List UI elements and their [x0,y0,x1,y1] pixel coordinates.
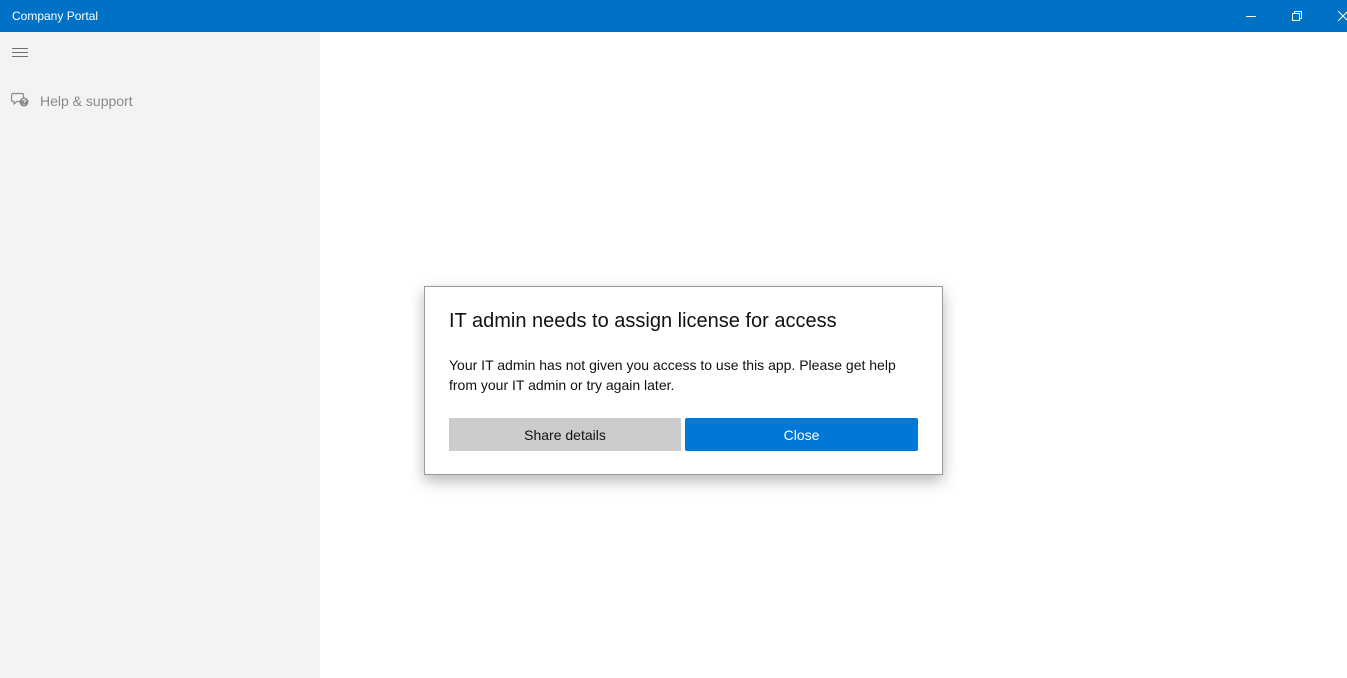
close-window-button[interactable] [1320,0,1347,32]
help-chat-icon [11,92,29,107]
title-bar: Company Portal [0,0,1347,32]
menu-button[interactable] [4,38,36,66]
hamburger-icon [12,48,28,57]
close-button[interactable]: Close [685,418,918,451]
share-details-button[interactable]: Share details [449,418,681,451]
dialog-message: Your IT admin has not given you access t… [449,357,896,393]
sidebar: Help & support [0,32,320,678]
license-dialog: IT admin needs to assign license for acc… [424,286,943,475]
sidebar-item-label: Help & support [40,93,133,109]
minimize-button[interactable] [1228,0,1274,32]
restore-button[interactable] [1274,0,1320,32]
dialog-title: IT admin needs to assign license for acc… [449,310,837,332]
close-icon [1338,11,1347,21]
sidebar-item-help-support[interactable]: Help & support [0,86,320,116]
minimize-icon [1246,16,1256,17]
restore-icon [1292,11,1302,21]
app-title: Company Portal [12,9,99,23]
